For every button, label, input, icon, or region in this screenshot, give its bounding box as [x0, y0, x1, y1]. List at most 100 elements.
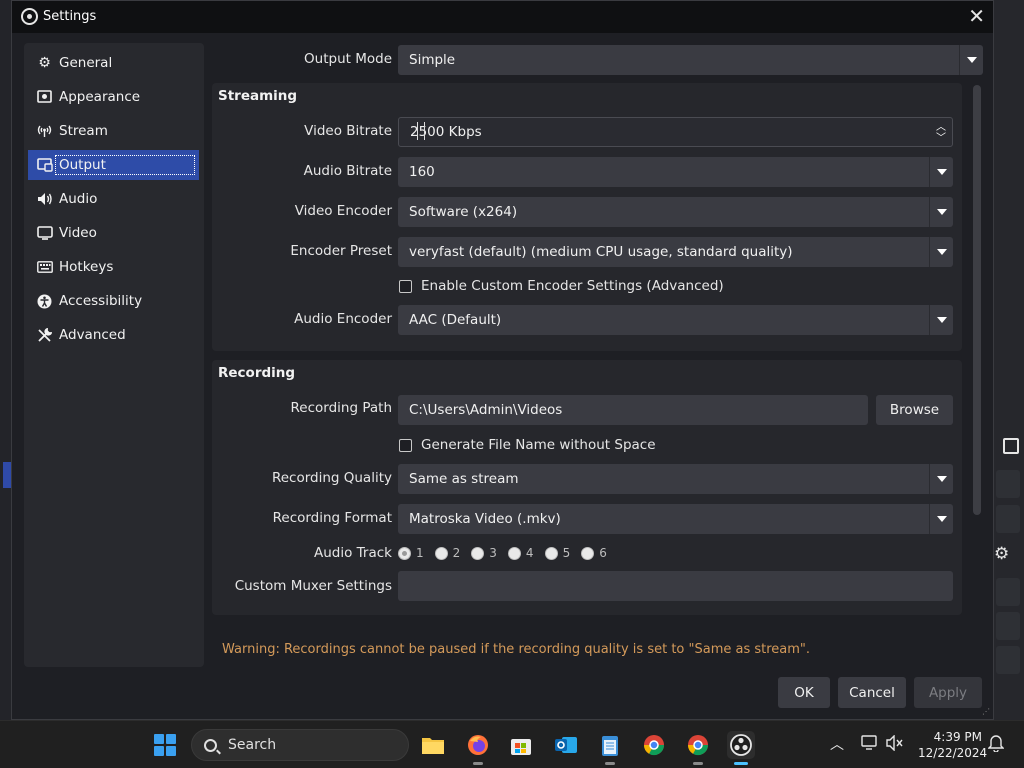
chrome-icon[interactable]	[684, 731, 712, 765]
recording-quality-value: Same as stream	[409, 471, 519, 487]
audio-track-radio-3[interactable]	[471, 546, 485, 560]
custom-muxer-input[interactable]	[398, 571, 953, 601]
recording-path-input[interactable]: C:\Users\Admin\Videos	[398, 395, 868, 425]
sidebar-item-label: Audio	[59, 191, 98, 207]
file-explorer-icon[interactable]	[419, 731, 447, 759]
bitrate-spinner[interactable]: ︿ ﹀	[930, 118, 952, 148]
chrome-icon[interactable]	[640, 731, 668, 759]
app-running-indicator	[693, 762, 703, 765]
recording-quality-select[interactable]: Same as stream	[398, 464, 953, 494]
warning-text: Warning: Recordings cannot be paused if …	[222, 642, 811, 657]
encoder-preset-select[interactable]: veryfast (default) (medium CPU usage, st…	[398, 237, 953, 267]
chevron-down-icon	[929, 237, 953, 267]
no-space-label: Generate File Name without Space	[421, 437, 656, 453]
volume-muted-icon[interactable]	[886, 734, 904, 755]
app-running-indicator	[605, 762, 615, 765]
taskbar-search[interactable]: Search	[191, 729, 409, 761]
taskbar-clock[interactable]: 4:39 PM 12/22/2024	[918, 729, 988, 761]
sidebar-item-output[interactable]: Output	[28, 150, 199, 180]
audio-bitrate-select[interactable]: 160	[398, 157, 953, 187]
chevron-down-icon[interactable]: ﹀	[936, 133, 946, 144]
clock-date: 12/22/2024	[918, 746, 988, 760]
sidebar-item-hotkeys[interactable]: Hotkeys	[28, 252, 199, 282]
audio-track-radio-6[interactable]	[581, 546, 595, 560]
audio-track-label: Audio Track	[314, 545, 392, 561]
obs-icon[interactable]	[727, 731, 755, 765]
audio-track-radio-4[interactable]	[507, 546, 521, 560]
outlook-icon[interactable]	[552, 731, 580, 759]
apply-button[interactable]: Apply	[914, 677, 982, 708]
recording-format-value: Matroska Video (.mkv)	[409, 511, 561, 527]
sidebar-item-label: Output	[55, 155, 195, 175]
video-encoder-label: Video Encoder	[294, 203, 392, 219]
audio-encoder-select[interactable]: AAC (Default)	[398, 305, 953, 335]
sidebar-item-label: Appearance	[59, 89, 141, 105]
audio-track-radio-2[interactable]	[434, 546, 448, 560]
radio-label: 1	[416, 546, 424, 560]
encoder-preset-value: veryfast (default) (medium CPU usage, st…	[409, 244, 793, 260]
sidebar-item-label: Hotkeys	[59, 259, 114, 275]
firefox-icon[interactable]	[464, 731, 492, 765]
windows-start-icon[interactable]	[154, 734, 176, 756]
app-running-indicator	[473, 762, 483, 765]
search-icon	[204, 738, 217, 752]
no-space-checkbox[interactable]: Generate File Name without Space	[399, 437, 656, 453]
background-cell	[996, 505, 1020, 533]
sidebar-item-general[interactable]: ⚙ General	[28, 48, 199, 78]
ok-button[interactable]: OK	[778, 677, 830, 708]
video-encoder-value: Software (x264)	[409, 204, 518, 220]
output-mode-select[interactable]: Simple	[398, 45, 983, 75]
chevron-down-icon	[929, 464, 953, 494]
custom-muxer-label: Custom Muxer Settings	[234, 578, 392, 594]
browse-button[interactable]: Browse	[876, 395, 953, 425]
video-bitrate-input[interactable]: 2500 Kbps ︿ ﹀	[398, 117, 953, 147]
search-placeholder: Search	[228, 737, 277, 753]
microsoft-store-icon[interactable]	[507, 731, 535, 759]
background-cell	[996, 470, 1020, 498]
radio-label: 2	[452, 546, 461, 560]
sidebar-item-appearance[interactable]: Appearance	[28, 82, 199, 112]
audio-track-radio-5[interactable]	[544, 546, 558, 560]
checkbox[interactable]	[399, 279, 412, 293]
sidebar-item-audio[interactable]: Audio	[28, 184, 199, 214]
appearance-icon	[36, 89, 53, 106]
window-title: Settings	[43, 9, 97, 24]
sidebar-item-stream[interactable]: Stream	[28, 116, 199, 146]
sidebar-item-advanced[interactable]: Advanced	[28, 320, 199, 350]
resize-grip-icon[interactable]: ⋰	[982, 707, 992, 717]
close-icon[interactable]: ✕	[968, 5, 985, 27]
tools-icon	[36, 327, 53, 344]
recording-format-label: Recording Format	[272, 510, 392, 526]
gear-icon: ⚙	[38, 55, 51, 71]
scrollbar[interactable]	[973, 85, 981, 515]
sidebar-item-label: Accessibility	[59, 293, 143, 309]
sidebar-item-label: Video	[59, 225, 97, 241]
output-icon	[36, 157, 53, 174]
notepad-icon[interactable]	[596, 731, 624, 765]
custom-encoder-checkbox[interactable]: Enable Custom Encoder Settings (Advanced…	[399, 278, 724, 294]
audio-track-radios: 1 2 3 4 5 6	[398, 546, 618, 560]
audio-encoder-label: Audio Encoder	[294, 311, 392, 327]
checkbox[interactable]	[399, 438, 412, 452]
cancel-button[interactable]: Cancel	[838, 677, 906, 708]
background-popout-icon[interactable]	[1003, 438, 1019, 454]
sidebar-item-accessibility[interactable]: Accessibility	[28, 286, 199, 316]
chevron-up-icon[interactable]: ︿	[936, 122, 946, 133]
recording-path-value: C:\Users\Admin\Videos	[409, 402, 563, 418]
chevron-up-icon[interactable]: ︿	[830, 734, 844, 754]
background-cell	[996, 578, 1020, 606]
recording-format-select[interactable]: Matroska Video (.mkv)	[398, 504, 953, 534]
video-encoder-select[interactable]: Software (x264)	[398, 197, 953, 227]
sidebar-item-label: Stream	[59, 123, 108, 139]
audio-track-radio-1[interactable]	[398, 546, 411, 560]
background-gear-icon[interactable]: ⚙	[994, 544, 1009, 564]
accessibility-icon	[36, 293, 53, 310]
video-bitrate-label: Video Bitrate	[304, 123, 392, 139]
notification-bell-icon[interactable]	[987, 734, 1005, 756]
audio-bitrate-label: Audio Bitrate	[303, 163, 392, 179]
background-cell	[996, 612, 1020, 640]
sidebar-item-video[interactable]: Video	[28, 218, 199, 248]
app-running-indicator	[734, 762, 748, 765]
network-icon[interactable]	[861, 735, 879, 755]
chevron-down-icon	[929, 157, 953, 187]
